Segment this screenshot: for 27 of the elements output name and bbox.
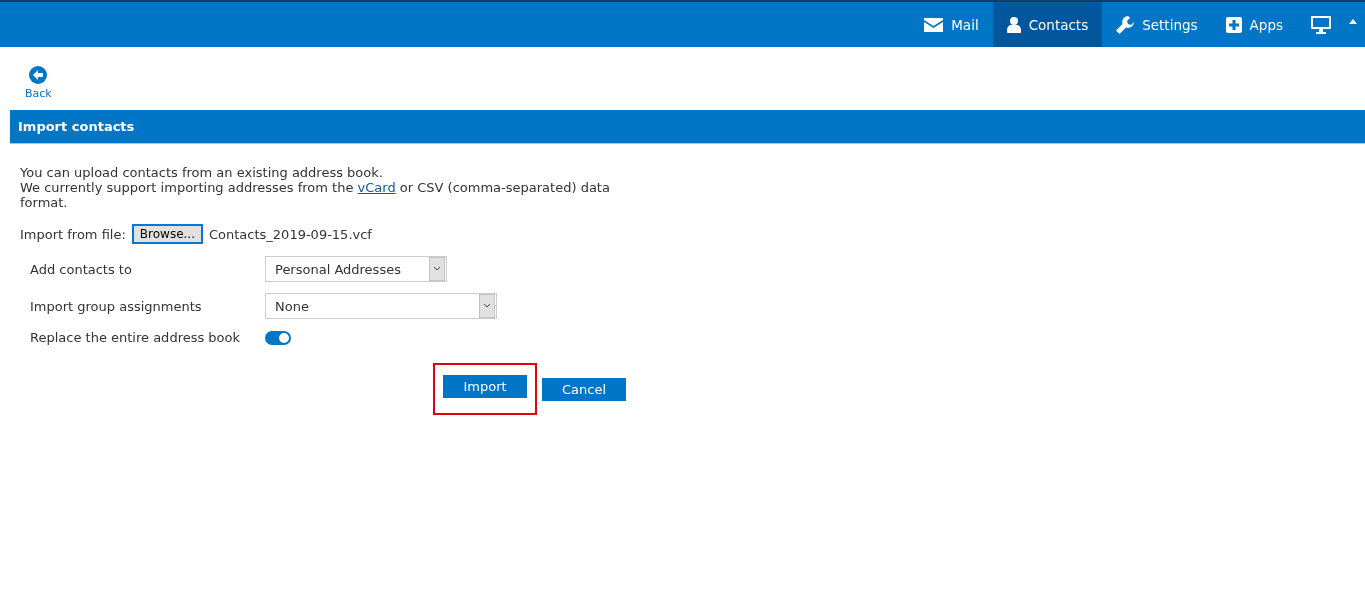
option-label: Replace the entire address book — [30, 330, 242, 345]
action-button[interactable]: Cancel — [542, 377, 626, 401]
plus-icon — [1225, 16, 1242, 33]
wrench-icon — [1116, 15, 1135, 34]
nav-tab[interactable]: Mail — [910, 2, 993, 47]
chevron-icon — [429, 257, 445, 281]
browse-button[interactable]: Browse... — [131, 224, 203, 244]
envelope-icon — [924, 17, 944, 32]
file-label: Import from file: — [20, 226, 126, 242]
nav-tab[interactable]: Contacts — [992, 2, 1103, 47]
option-label: Import group assignments — [30, 298, 203, 314]
nav-tab[interactable]: Settings — [1102, 2, 1212, 47]
toggle-switch[interactable] — [265, 330, 291, 345]
nav-tab[interactable]: Apps — [1211, 2, 1297, 47]
caret-icon[interactable] — [1349, 19, 1357, 24]
file-name: Contacts_2019-09-15.vcf — [209, 226, 372, 242]
chevron-icon — [479, 294, 495, 318]
panel-title: Import contacts — [18, 119, 135, 134]
vcard-link[interactable]: vCard — [357, 180, 396, 195]
dropdown[interactable]: None — [265, 293, 497, 319]
monitor-icon — [1311, 15, 1331, 34]
action-button[interactable]: Import — [443, 375, 527, 398]
dropdown[interactable]: Personal Addresses — [265, 256, 447, 282]
back-button[interactable]: Back — [25, 66, 52, 100]
option-label: Add contacts to — [30, 261, 133, 277]
intro-text: You can upload contacts from an existing address book. We currently support importing addresses from the vCard or CSV (comma-separated) data format. — [20, 165, 610, 210]
person-icon — [1006, 16, 1021, 33]
